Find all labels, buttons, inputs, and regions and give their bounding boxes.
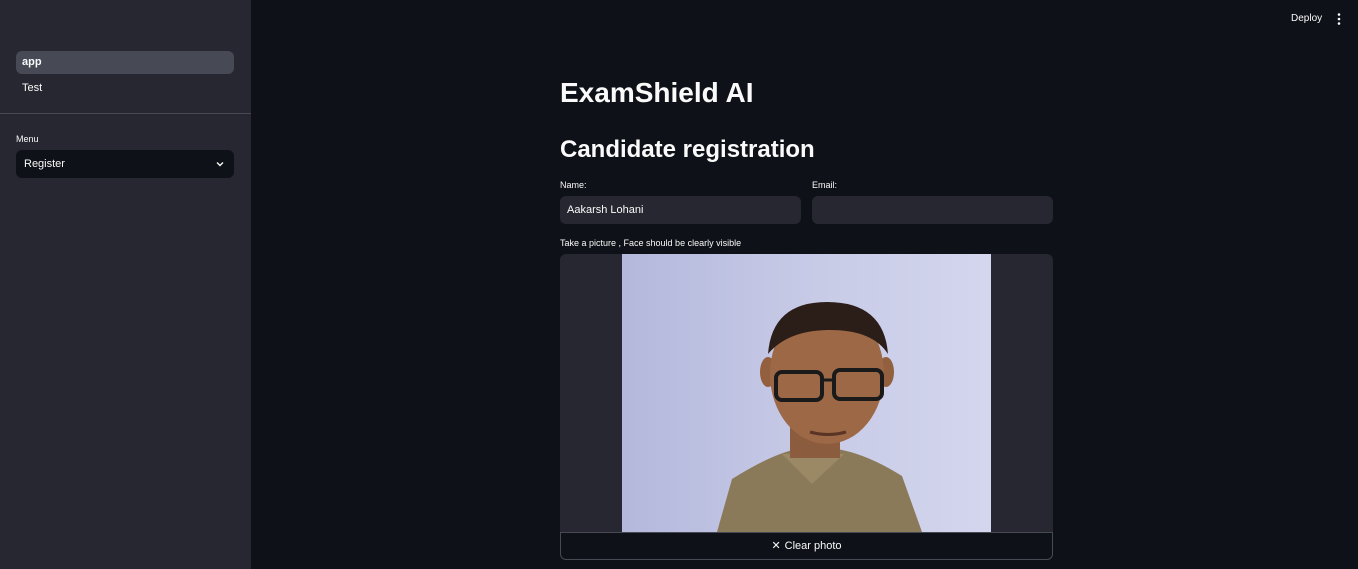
name-label: Name: [560,180,587,190]
chevron-down-icon [216,162,224,167]
captured-photo [622,254,991,532]
page-subtitle: Candidate registration [560,136,815,163]
nav-item-test[interactable]: Test [16,77,234,100]
menu-label: Menu [16,134,39,144]
nav-item-app[interactable]: app [16,51,234,74]
name-input[interactable] [560,196,801,224]
clear-photo-button[interactable]: ✕ Clear photo [560,532,1053,560]
clear-photo-label: Clear photo [784,540,842,552]
menu-select[interactable]: Register [16,150,234,178]
deploy-button[interactable]: Deploy [1291,13,1322,24]
kebab-menu-icon[interactable] [1334,12,1344,26]
email-label: Email: [812,180,838,190]
close-icon: ✕ [771,540,781,552]
page-nav: app Test [16,51,234,103]
sidebar: app Test Menu Register [0,0,251,569]
camera-input[interactable] [560,254,1053,532]
sidebar-divider [0,113,251,114]
email-input[interactable] [812,196,1053,224]
camera-label: Take a picture , Face should be clearly … [560,238,742,248]
menu-select-value: Register [24,158,65,170]
page-title: ExamShield AI [560,77,754,108]
